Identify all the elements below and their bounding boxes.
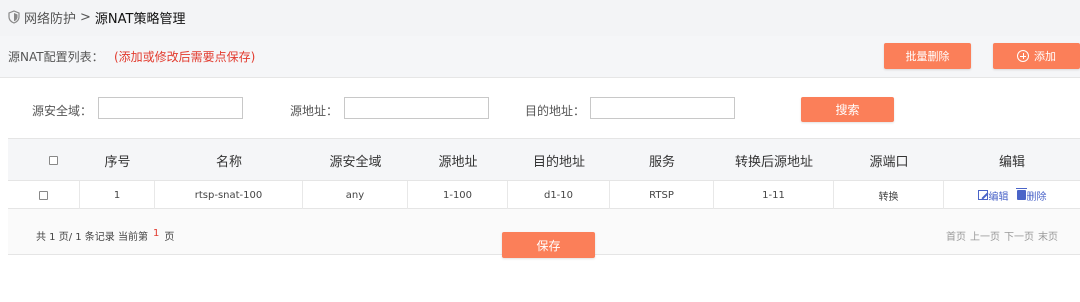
pager-nav: 首页 上一页 下一页 末页: [946, 228, 1058, 243]
plus-circle-icon: [1017, 50, 1029, 62]
cell-translated: 1-11: [714, 181, 834, 209]
batch-delete-label: 批量删除: [905, 50, 950, 63]
trash-icon: [1015, 188, 1027, 200]
col-translated: 转换后源地址: [734, 154, 813, 170]
save-button[interactable]: 保存: [502, 232, 595, 258]
cell-src-port: 转换: [834, 181, 944, 209]
search-button[interactable]: 搜索: [801, 97, 894, 122]
shield-icon: [8, 10, 20, 24]
edit-label: 编辑: [988, 191, 1009, 203]
save-hint: (添加或修改后需要点保存): [114, 50, 256, 64]
pager-next[interactable]: 下一页: [1004, 228, 1034, 243]
cell-dst-addr: d1-10: [508, 181, 610, 209]
dst-addr-label: 目的地址：: [525, 104, 586, 118]
pager-first[interactable]: 首页: [946, 228, 966, 243]
table-header: 序号 名称 源安全域 源地址 目的地址 服务 转换后源地址 源端口 编辑: [8, 139, 1080, 181]
cell-service: RTSP: [610, 181, 714, 209]
list-header: 源NAT配置列表： (添加或修改后需要点保存) 批量删除 添加: [0, 36, 1080, 78]
col-index: 序号: [104, 154, 131, 170]
col-name: 名称: [215, 154, 242, 170]
edit-link[interactable]: 编辑: [977, 188, 1009, 203]
add-label: 添加: [1034, 50, 1056, 63]
batch-delete-button[interactable]: 批量删除: [884, 43, 971, 69]
save-label: 保存: [536, 238, 561, 253]
delete-link[interactable]: 删除: [1015, 188, 1047, 203]
src-addr-input[interactable]: [344, 97, 489, 119]
col-service: 服务: [648, 154, 675, 170]
col-src-port: 源端口: [869, 154, 909, 170]
src-addr-label: 源地址：: [290, 104, 339, 118]
row-checkbox[interactable]: [39, 190, 48, 200]
cell-index: 1: [80, 181, 155, 209]
main-panel: 源NAT配置列表： (添加或修改后需要点保存) 批量删除 添加 源安全域： 源地…: [0, 36, 1080, 302]
col-src-addr: 源地址: [438, 154, 478, 170]
breadcrumb-separator: >: [80, 9, 91, 25]
col-dst-addr: 目的地址: [532, 154, 585, 170]
pager-suffix: 页: [164, 232, 175, 243]
dst-addr-input[interactable]: [590, 97, 735, 119]
src-zone-input[interactable]: [98, 97, 243, 119]
breadcrumb-parent[interactable]: 网络防护: [24, 8, 76, 27]
table-row: 1 rtsp-snat-100 any 1-100 d1-10 RTSP 1-1…: [8, 181, 1080, 209]
delete-label: 删除: [1026, 191, 1047, 203]
pager-summary: 共 1 页/ 1 条记录 当前第 1 页: [36, 228, 174, 243]
page-title: 源NAT策略管理: [94, 11, 186, 27]
list-title: 源NAT配置列表：: [8, 50, 104, 64]
cell-actions: 编辑 删除: [944, 181, 1080, 209]
src-zone-label: 源安全域：: [32, 104, 93, 118]
col-src-zone: 源安全域: [329, 154, 382, 170]
edit-icon: [977, 190, 988, 200]
cell-src-zone: any: [303, 181, 408, 209]
add-button[interactable]: 添加: [993, 43, 1080, 69]
col-edit: 编辑: [998, 154, 1025, 170]
breadcrumb: 网络防护 > 源NAT策略管理: [8, 5, 185, 29]
pager-current: 1: [153, 228, 160, 239]
pager-prefix: 共 1 页/ 1 条记录 当前第: [36, 232, 148, 243]
pager-last[interactable]: 末页: [1038, 228, 1058, 243]
row-select-cell: [8, 181, 80, 209]
search-label: 搜索: [835, 103, 860, 117]
pager-prev[interactable]: 上一页: [970, 228, 1000, 243]
cell-src-addr: 1-100: [408, 181, 508, 209]
cell-name: rtsp-snat-100: [155, 181, 303, 209]
select-all-cell: [38, 139, 68, 181]
select-all-checkbox[interactable]: [48, 155, 58, 165]
